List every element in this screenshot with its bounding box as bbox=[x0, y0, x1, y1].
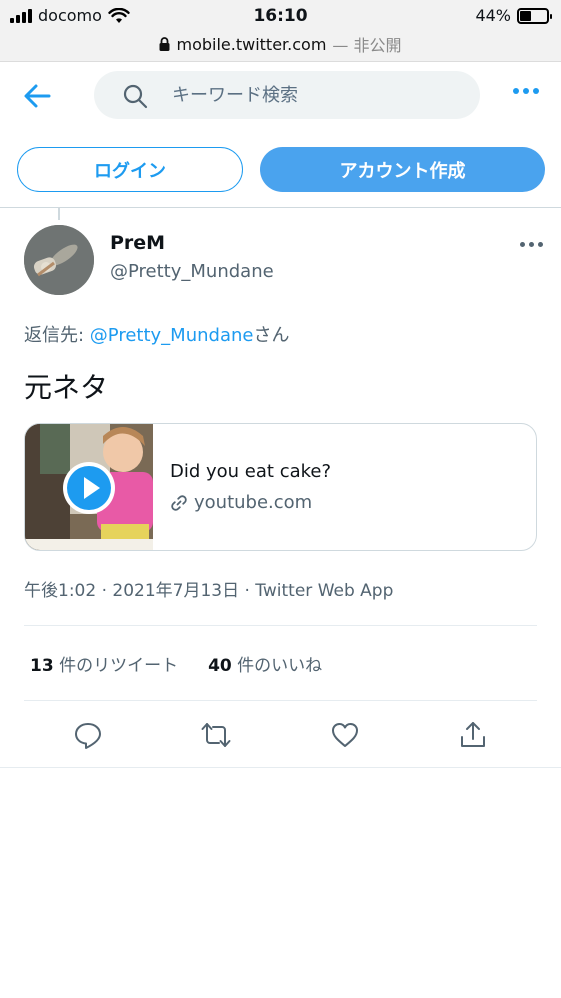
link-card[interactable]: Did you eat cake? youtube.com bbox=[24, 423, 537, 551]
user-handle[interactable]: @Pretty_Mundane bbox=[110, 261, 274, 282]
card-domain-text: youtube.com bbox=[194, 492, 313, 513]
reply-suffix: さん bbox=[253, 325, 290, 346]
login-button[interactable]: ログイン bbox=[17, 147, 243, 192]
tweet-meta[interactable]: 午後1:02 · 2021年7月13日 · Twitter Web App bbox=[24, 576, 393, 601]
url-bar[interactable]: mobile.twitter.com — 非公開 bbox=[0, 32, 561, 56]
reply-icon[interactable] bbox=[73, 720, 103, 750]
signup-button[interactable]: アカウント作成 bbox=[260, 147, 545, 192]
link-icon bbox=[171, 494, 187, 511]
retweet-icon[interactable] bbox=[201, 720, 231, 750]
like-count: 40 bbox=[208, 656, 232, 676]
video-thumbnail[interactable] bbox=[25, 424, 153, 550]
play-icon[interactable] bbox=[63, 462, 115, 514]
display-name[interactable]: PreM bbox=[110, 232, 165, 254]
reply-handle-link[interactable]: @Pretty_Mundane bbox=[90, 325, 254, 346]
tweet-more-icon[interactable] bbox=[520, 242, 543, 247]
retweet-count: 13 bbox=[30, 656, 54, 676]
more-icon[interactable] bbox=[513, 88, 539, 94]
status-right: 44% bbox=[475, 6, 552, 25]
divider bbox=[24, 625, 537, 626]
tweet-stats: 13 件のリツイート 40 件のいいね bbox=[30, 651, 322, 676]
share-icon[interactable] bbox=[458, 720, 488, 750]
battery-icon bbox=[517, 7, 552, 24]
url-text: mobile.twitter.com bbox=[176, 34, 327, 54]
retweet-label: 件のリツイート bbox=[59, 656, 179, 676]
card-domain: youtube.com bbox=[170, 492, 312, 513]
lock-icon bbox=[159, 37, 170, 51]
auth-bar: ログイン アカウント作成 bbox=[0, 130, 561, 208]
top-header bbox=[0, 62, 561, 130]
like-icon[interactable] bbox=[330, 720, 360, 750]
tweet-actions bbox=[0, 702, 561, 768]
tweet-text: 元ネタ bbox=[24, 371, 109, 404]
back-arrow-icon[interactable] bbox=[22, 82, 52, 110]
battery-percent: 44% bbox=[475, 6, 511, 25]
thread-line bbox=[58, 208, 60, 220]
search-icon bbox=[123, 84, 148, 109]
card-title: Did you eat cake? bbox=[170, 461, 332, 482]
like-stat[interactable]: 40 件のいいね bbox=[208, 651, 322, 676]
avatar[interactable] bbox=[24, 225, 94, 295]
search-input[interactable] bbox=[172, 71, 462, 119]
search-box[interactable] bbox=[94, 71, 480, 119]
privacy-label: — 非公開 bbox=[332, 36, 402, 55]
status-bar: docomo 16:10 44% mobile.twitter.com — 非公… bbox=[0, 0, 561, 62]
retweet-stat[interactable]: 13 件のリツイート bbox=[30, 651, 178, 676]
reply-to: 返信先: @Pretty_Mundaneさん bbox=[24, 321, 289, 347]
reply-prefix: 返信先: bbox=[24, 325, 90, 346]
like-label: 件のいいね bbox=[237, 656, 323, 676]
divider bbox=[24, 700, 537, 701]
